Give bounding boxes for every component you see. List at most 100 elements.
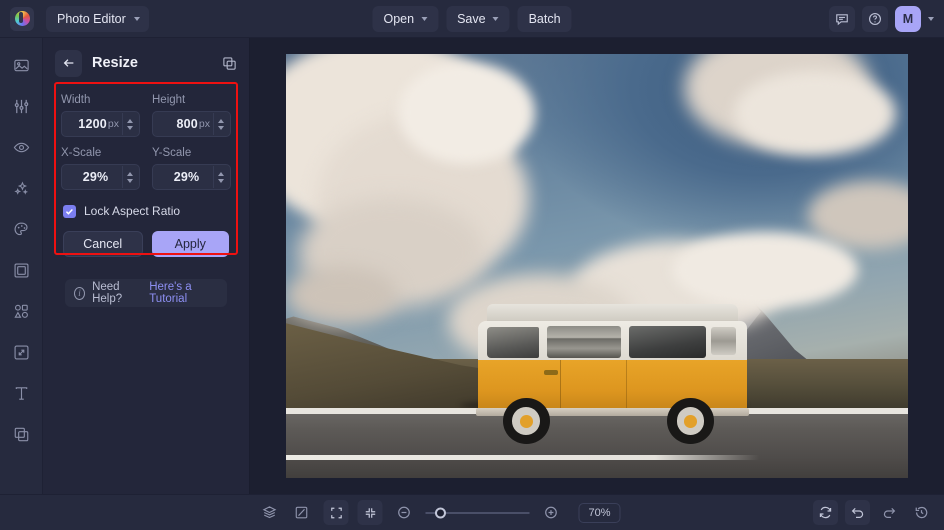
sidebar-item-layers[interactable] [8, 421, 34, 447]
scale-row: X-Scale 29% Y-Scale 29% [61, 147, 231, 190]
sparkles-icon [13, 180, 28, 195]
sidebar-item-effects[interactable] [8, 175, 34, 201]
layers-button[interactable] [257, 500, 282, 525]
tutorial-link[interactable]: Here's a Tutorial [149, 281, 218, 305]
chevron-down-icon[interactable] [218, 125, 224, 130]
reset-button[interactable] [813, 500, 838, 525]
width-label: Width [61, 94, 91, 106]
width-input[interactable]: 1200 px [61, 111, 140, 137]
van-handle [544, 370, 558, 375]
palette-icon [14, 222, 28, 235]
undo-button[interactable] [845, 500, 870, 525]
yscale-input[interactable]: 29% [152, 164, 231, 190]
fit-screen-button[interactable] [323, 500, 349, 525]
chevron-down-icon [492, 16, 499, 21]
eye-icon [13, 142, 29, 152]
van-vent [711, 327, 736, 356]
sidebar-item-image[interactable] [8, 52, 34, 78]
lock-aspect-ratio-label: Lock Aspect Ratio [84, 204, 181, 218]
history-controls [813, 500, 934, 525]
yscale-stepper[interactable] [213, 166, 228, 188]
shrink-button[interactable] [357, 500, 383, 525]
lock-aspect-ratio-row[interactable]: Lock Aspect Ratio [61, 204, 231, 218]
height-stepper[interactable] [213, 113, 228, 135]
sidebar-item-color[interactable] [8, 216, 34, 242]
cloud [286, 266, 398, 326]
refresh-icon [819, 506, 832, 519]
camper-van [475, 304, 750, 445]
height-input[interactable]: 800 px [152, 111, 231, 137]
resize-panel: Resize Width 1200 px Height 800 px X-Sca… [43, 38, 250, 494]
duplicate-button[interactable] [222, 56, 237, 71]
compare-button[interactable] [289, 500, 314, 525]
chevron-up-icon[interactable] [218, 171, 224, 176]
height-field: Height 800 px [152, 94, 231, 137]
wheel-hub-center [519, 414, 533, 428]
xscale-value: 29% [82, 170, 109, 184]
chevron-up-icon[interactable] [127, 118, 133, 123]
help-text: Need Help? [92, 281, 123, 305]
width-value: 1200 [78, 117, 107, 131]
save-label: Save [457, 11, 486, 26]
shapes-icon [13, 304, 28, 318]
feedback-button[interactable] [829, 5, 855, 32]
redo-button[interactable] [877, 500, 902, 525]
chevron-up-icon[interactable] [218, 118, 224, 123]
top-toolbar: Photo Editor Open Save Batch M [0, 0, 944, 38]
yscale-field: Y-Scale 29% [152, 147, 231, 190]
app-logo[interactable] [10, 6, 34, 31]
text-icon [15, 386, 27, 400]
account-actions-group: M [829, 5, 934, 32]
adjustments-sliders-icon [14, 99, 28, 113]
fit-screen-icon [330, 507, 342, 518]
help-banner[interactable]: i Need Help? Here's a Tutorial [65, 279, 227, 307]
xscale-label: X-Scale [61, 147, 102, 159]
plus-circle-icon [545, 506, 557, 519]
app-mode-dropdown[interactable]: Photo Editor [46, 5, 149, 32]
back-button[interactable] [55, 49, 82, 77]
width-unit: px [107, 118, 119, 130]
zoom-slider[interactable] [425, 507, 530, 518]
avatar[interactable]: M [895, 5, 921, 32]
sidebar-item-retouch[interactable] [8, 134, 34, 160]
file-actions-group: Open Save Batch [372, 5, 572, 32]
chevron-down-icon[interactable] [928, 16, 934, 21]
lock-aspect-ratio-checkbox[interactable] [63, 204, 76, 218]
save-button[interactable]: Save [446, 5, 510, 32]
canvas-image[interactable] [286, 54, 908, 478]
xscale-input[interactable]: 29% [61, 164, 140, 190]
sidebar-item-shapes[interactable] [8, 298, 34, 324]
wheel-hub-center [684, 414, 697, 428]
open-button[interactable]: Open [372, 5, 439, 32]
chevron-down-icon[interactable] [218, 178, 224, 183]
zoom-out-button[interactable] [391, 500, 416, 525]
avatar-initial: M [902, 11, 914, 26]
sidebar-item-frame[interactable] [8, 257, 34, 283]
history-button[interactable] [909, 500, 934, 525]
apply-button[interactable]: Apply [151, 231, 229, 257]
zoom-level-display[interactable]: 70% [578, 502, 621, 523]
sidebar-item-resize[interactable] [8, 339, 34, 365]
sidebar-item-text[interactable] [8, 380, 34, 406]
width-stepper[interactable] [122, 113, 137, 135]
cloud [397, 62, 535, 165]
chevron-down-icon[interactable] [127, 178, 133, 183]
chevron-up-icon[interactable] [127, 171, 133, 176]
wheel-hub [512, 407, 541, 435]
help-button[interactable] [862, 5, 888, 32]
chevron-down-icon[interactable] [127, 125, 133, 130]
yscale-label: Y-Scale [152, 147, 192, 159]
duplicate-icon [223, 56, 236, 70]
zoom-slider-handle[interactable] [434, 507, 446, 518]
zoom-in-button[interactable] [538, 500, 563, 525]
undo-arrow-icon [851, 507, 864, 518]
frame-icon [14, 263, 28, 277]
sidebar-item-adjust[interactable] [8, 93, 34, 119]
cancel-button[interactable]: Cancel [63, 231, 143, 257]
history-clock-icon [915, 506, 928, 519]
color-wheel-logo-icon [14, 11, 30, 26]
batch-button[interactable]: Batch [517, 5, 572, 32]
xscale-stepper[interactable] [122, 166, 137, 188]
canvas-area[interactable] [250, 38, 944, 494]
dimensions-row: Width 1200 px Height 800 px [61, 94, 231, 137]
